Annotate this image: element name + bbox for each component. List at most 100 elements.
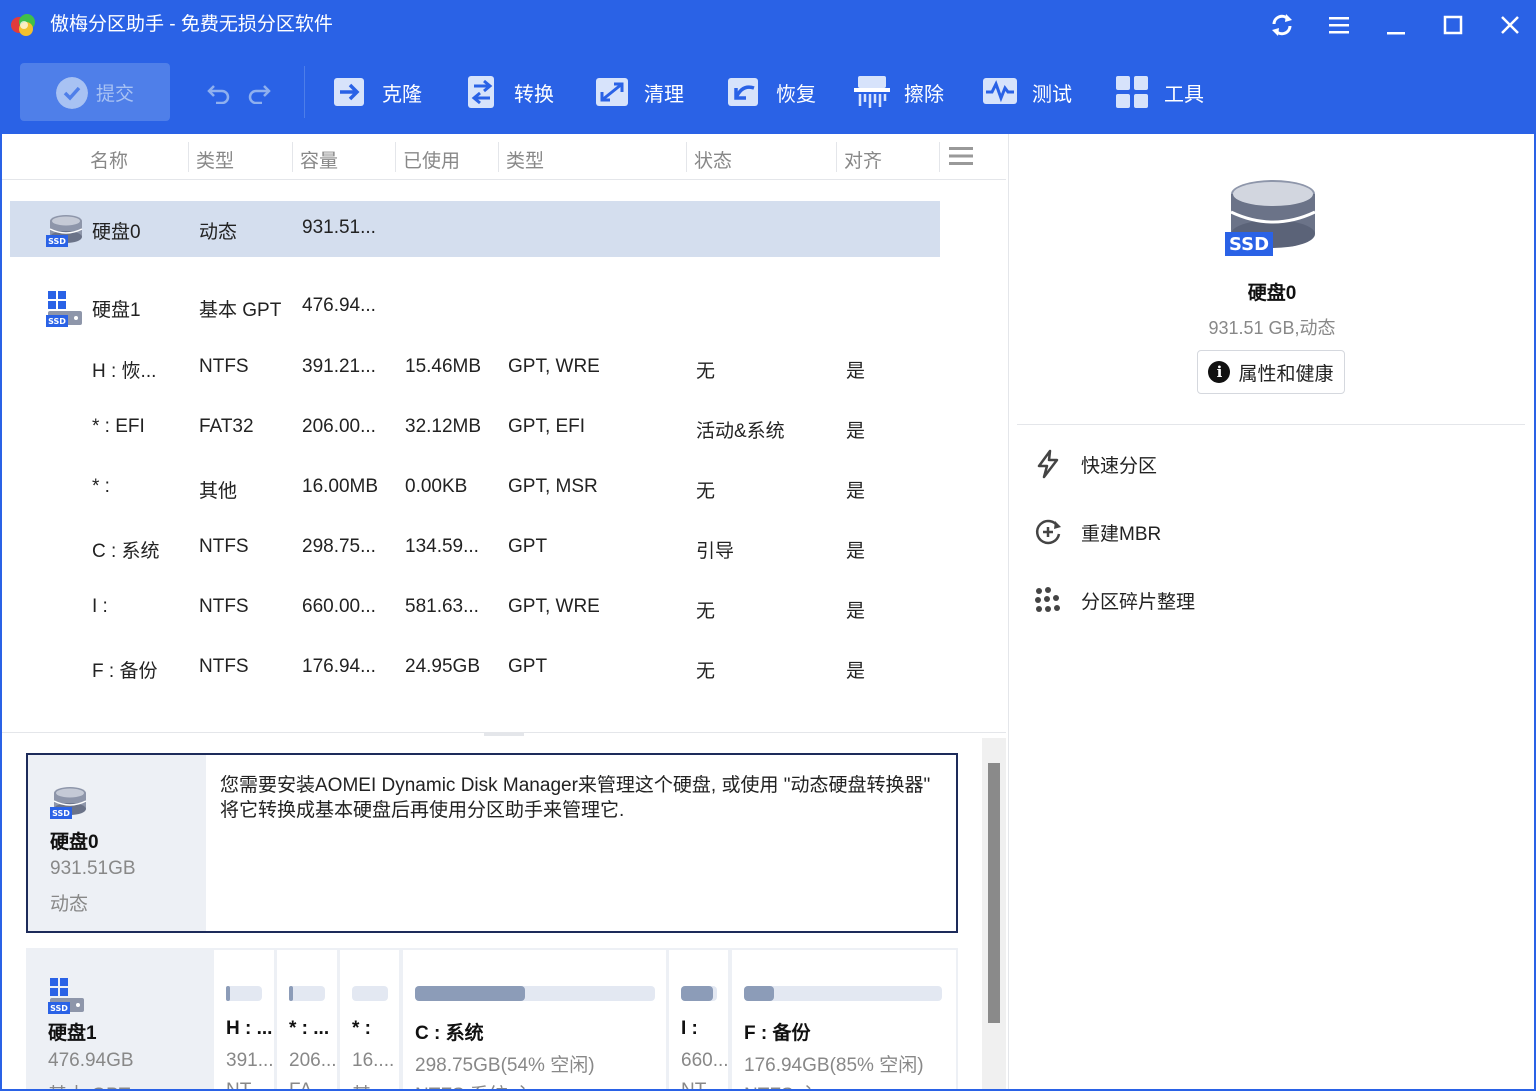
partition-block[interactable]: * : 16.... 其... [340,950,399,1091]
partition-status: 无 [696,481,716,502]
partition-block-size: 391... [226,1050,274,1071]
partition-name: C : 系统 [92,541,160,562]
partition-name: I : [92,596,108,617]
column-divider[interactable] [395,142,396,172]
toolbar-wipe-label: 擦除 [904,83,944,106]
usage-bar [681,986,717,1001]
quick-partition-label: 快速分区 [1081,455,1158,477]
properties-health-button[interactable]: i 属性和健康 [1197,350,1345,394]
ssd-disk-large-icon: SSD [1225,180,1316,256]
scrollbar-thumb[interactable] [988,763,1000,1023]
refresh-button[interactable] [1267,10,1297,40]
close-button[interactable] [1495,10,1525,40]
partition-row[interactable]: * : EFI FAT32 206.00... 32.12MB GPT, EFI… [10,400,940,456]
partition-align: 是 [846,421,866,442]
column-align[interactable]: 对齐 [844,146,882,173]
partition-row[interactable]: F : 备份 NTFS 176.94... 24.95GB GPT 无 是 [10,640,940,696]
toolbar-convert[interactable]: 转换 [464,72,554,112]
toolbar-wipe[interactable]: 擦除 [854,72,944,112]
toolbar-clean[interactable]: 清理 [594,72,684,112]
disk-capacity: 476.94... [302,295,376,316]
refresh-icon [1272,14,1292,36]
defrag-label: 分区碎片整理 [1081,591,1196,613]
disk-card-type: 动态 [50,894,89,915]
rebuild-mbr-label: 重建MBR [1081,523,1162,545]
toolbar-clone[interactable]: 克隆 [332,72,422,112]
disk-card-1[interactable]: SSD 硬盘1 476.94GB 基本 GPT H : ... 391... N… [26,948,958,1091]
column-divider[interactable] [686,142,687,172]
partition-align: 是 [846,481,866,502]
toolbar-recover[interactable]: 恢复 [726,72,816,112]
clean-icon [596,78,628,106]
partition-row[interactable]: C : 系统 NTFS 298.75... 134.59... GPT 引导 是 [10,520,940,576]
title-bar: 傲梅分区助手 - 免费无损分区软件 [0,0,1536,50]
partition-block[interactable]: I : 660... NT... [669,950,728,1091]
window-border-left [0,134,2,1091]
info-pane-divider [1017,424,1525,425]
column-capacity[interactable]: 容量 [300,146,338,173]
toolbar-tools[interactable]: 工具 [1114,72,1204,112]
toolbar-recover-label: 恢复 [776,83,816,106]
usage-bar [744,986,942,1001]
test-icon [983,78,1017,104]
submit-label: 提交 [96,83,135,105]
column-name[interactable]: 名称 [90,146,128,173]
partition-fs: NTFS [199,596,249,617]
partition-capacity: 660.00... [302,596,376,617]
column-status[interactable]: 状态 [694,146,732,173]
hamburger-icon [1329,17,1349,34]
column-used[interactable]: 已使用 [403,146,460,173]
partition-block[interactable]: F : 备份 176.94GB(85% 空闲) NTFS,主 [732,950,956,1091]
column-type[interactable]: 类型 [196,146,234,173]
disk-row-1[interactable]: SSD 硬盘1 基本 GPT 476.94... [10,279,940,335]
partition-capacity: 298.75... [302,536,376,557]
column-divider[interactable] [836,142,837,172]
redo-icon[interactable] [246,80,272,104]
disk-type: 基本 GPT [199,300,282,321]
info-icon: i [1208,361,1231,383]
svg-text:SSD: SSD [48,317,66,326]
quick-partition-action[interactable]: 快速分区 [1033,446,1157,482]
submit-button[interactable]: 提交 [20,63,170,121]
defrag-action[interactable]: 分区碎片整理 [1033,582,1195,618]
column-divider[interactable] [498,142,499,172]
partition-status: 引导 [696,541,735,562]
partition-type: GPT, EFI [508,416,586,437]
column-divider[interactable] [939,142,940,172]
toolbar-test[interactable]: 测试 [982,72,1072,112]
undo-icon[interactable] [206,80,232,104]
usage-bar-fill [681,986,713,1001]
column-partition-type[interactable]: 类型 [506,146,544,173]
disk-row-0[interactable]: SSD 硬盘0 动态 931.51... [10,201,940,257]
partition-type: GPT, WRE [508,596,600,617]
maximize-icon [1443,15,1463,35]
rebuild-mbr-action[interactable]: 重建MBR [1033,514,1161,550]
disk-card-side: SSD 硬盘0 931.51GB 动态 [28,755,206,931]
partition-block-name: H : ... [226,1018,273,1039]
svg-text:SSD: SSD [48,237,66,246]
disk-capacity: 931.51... [302,217,376,238]
column-divider[interactable] [292,142,293,172]
partition-block[interactable]: H : ... 391... NT... [214,950,274,1091]
partition-block[interactable]: C : 系统 298.75GB(54% 空闲) NTFS,系统,主 [403,950,666,1091]
toolbar-convert-label: 转换 [514,83,554,106]
wipe-icon [854,76,890,108]
usage-bar [415,986,655,1001]
partition-capacity: 206.00... [302,416,376,437]
column-divider[interactable] [188,142,189,172]
partition-row[interactable]: * : 其他 16.00MB 0.00KB GPT, MSR 无 是 [10,460,940,516]
partition-row[interactable]: I : NTFS 660.00... 581.63... GPT, WRE 无 … [10,580,940,636]
partition-status: 无 [696,661,716,682]
minimize-button[interactable] [1381,10,1411,40]
disk-card-0[interactable]: SSD 硬盘0 931.51GB 动态 您需要安装AOMEI Dynamic D… [26,753,958,933]
partition-used: 15.46MB [405,356,482,377]
maximize-button[interactable] [1438,10,1468,40]
column-settings-icon[interactable] [948,146,974,166]
partition-block[interactable]: * : ... 206... FA... [277,950,337,1091]
partition-row[interactable]: H : 恢... NTFS 391.21... 15.46MB GPT, WRE… [10,340,940,396]
usage-bar-fill [415,986,526,1001]
splitter-handle[interactable] [484,733,524,736]
partition-align: 是 [846,361,866,382]
menu-button[interactable] [1324,10,1354,40]
toolbar-tools-label: 工具 [1164,83,1204,106]
